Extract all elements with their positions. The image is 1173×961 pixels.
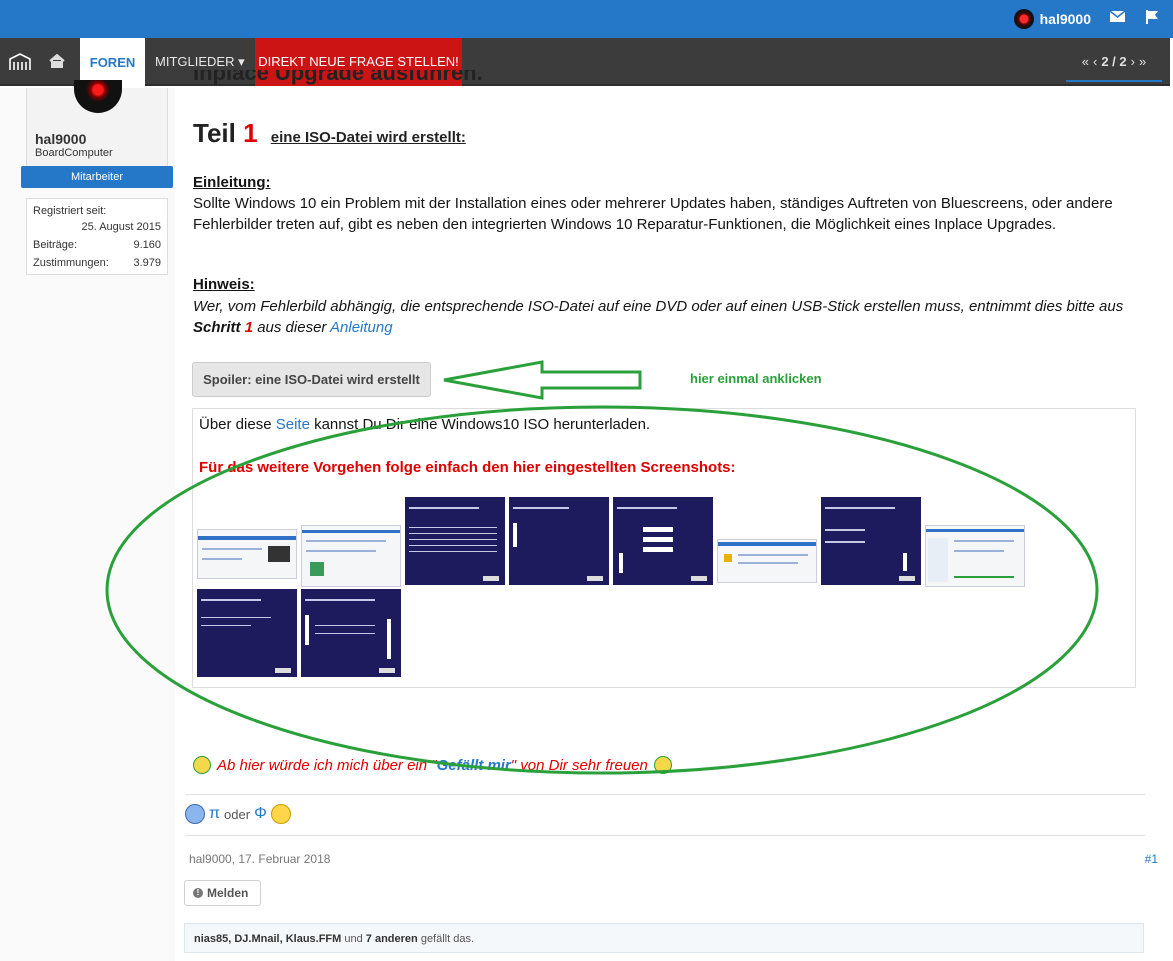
top-bar: hal9000: [0, 0, 1173, 38]
teil-subtitle: eine ISO-Datei wird erstellt:: [270, 129, 466, 146]
mail-icon[interactable]: [1110, 11, 1125, 22]
next-page-icon[interactable]: ›: [1131, 38, 1135, 80]
sig-oder: oder: [224, 806, 251, 822]
likes-users[interactable]: nias85, DJ.Mnail, Klaus.FFM: [194, 933, 341, 945]
username: hal9000: [1039, 11, 1091, 27]
spoiler-text: Über diese Seite kannst Du Dir eine Wind…: [199, 416, 650, 433]
likes-value: 3.979: [133, 257, 161, 269]
page-indicator: 2 / 2: [1101, 54, 1127, 69]
screenshot-thumbnail[interactable]: [405, 497, 505, 585]
hinweis-part-b: aus dieser: [253, 319, 331, 336]
author-name[interactable]: hal9000: [35, 131, 86, 147]
home-icon[interactable]: [49, 54, 65, 68]
likes-tail: gefällt das.: [417, 933, 475, 945]
flag-icon[interactable]: [1145, 10, 1159, 24]
like-request-text: Ab hier würde ich mich über ein "Gefällt…: [217, 757, 648, 774]
screenshot-thumbnail[interactable]: [925, 525, 1025, 587]
posts-value[interactable]: 9.160: [133, 239, 161, 251]
screenshot-thumbnail[interactable]: [821, 497, 921, 585]
like-text-b: " von Dir sehr freuen: [510, 756, 648, 774]
divider: [185, 835, 1145, 836]
tab-mitglieder-label: MITGLIEDER: [155, 54, 235, 69]
hinweis-text: Wer, vom Fehlerbild abhängig, die entspr…: [193, 296, 1143, 338]
phi-symbol[interactable]: Φ: [254, 805, 267, 823]
grin-emoji-icon: [193, 756, 211, 774]
screenshot-thumbnail[interactable]: [613, 497, 713, 585]
screenshot-thumbnail[interactable]: [197, 529, 297, 579]
grin-emoji-icon: [653, 756, 672, 774]
last-page-icon[interactable]: »: [1139, 38, 1146, 80]
like-request: Ab hier würde ich mich über ein "Gefällt…: [193, 756, 672, 774]
first-page-icon[interactable]: «: [1082, 38, 1089, 80]
divider: [185, 794, 1145, 795]
pi-symbol[interactable]: π: [209, 805, 220, 823]
spoiler-instructions: Für das weitere Vorgehen folge einfach d…: [199, 459, 736, 476]
hinweis-schritt: Schritt: [193, 319, 245, 336]
spoiler-content: Über diese Seite kannst Du Dir eine Wind…: [192, 408, 1136, 688]
page-navigator[interactable]: « ‹ 2 / 2 › »: [1066, 38, 1162, 82]
screenshot-thumbnail[interactable]: [717, 539, 817, 583]
annotation-hint: hier einmal anklicken: [690, 371, 822, 386]
smile-emoji-icon: [270, 804, 291, 824]
spoiler-text-b: kannst Du Dir eine Windows10 ISO herunte…: [309, 416, 651, 433]
staff-badge: Mitarbeiter: [21, 166, 173, 188]
registered-label: Registriert seit:: [33, 205, 107, 217]
likes-others[interactable]: 7 anderen: [366, 933, 418, 945]
hinweis-number: 1: [244, 319, 254, 336]
tab-foren[interactable]: FOREN: [80, 38, 145, 86]
screenshot-thumbnail[interactable]: [301, 589, 401, 677]
like-text-a: Ab hier würde ich mich über ein ": [217, 756, 437, 774]
prev-page-icon[interactable]: ‹: [1093, 38, 1097, 80]
screenshot-thumbnail[interactable]: [197, 589, 297, 677]
forum-logo-icon[interactable]: [8, 53, 32, 71]
report-button[interactable]: ! Melden: [184, 880, 261, 906]
teil-word: Teil: [193, 118, 236, 148]
post-title-partial: Inplace Upgrade ausführen.: [193, 70, 483, 90]
likes-und: und: [341, 933, 366, 945]
gefaellt-mir-link[interactable]: Gefällt mir: [437, 757, 511, 774]
einleitung-heading: Einleitung:: [193, 174, 271, 191]
seite-link[interactable]: Seite: [276, 416, 310, 433]
signature: π oder Φ: [185, 804, 291, 824]
teil-number: 1: [243, 118, 258, 148]
hinweis-heading: Hinweis:: [193, 276, 255, 293]
post-number-link[interactable]: #1: [1145, 852, 1158, 866]
alert-icon: !: [193, 888, 203, 898]
scared-emoji-icon: [185, 804, 205, 824]
einleitung-text: Sollte Windows 10 ein Problem mit der In…: [193, 195, 1113, 233]
author-title: BoardComputer: [35, 147, 113, 159]
screenshot-thumbnail[interactable]: [509, 497, 609, 585]
likes-summary: nias85, DJ.Mnail, Klaus.FFM und 7 andere…: [184, 923, 1144, 953]
section-heading: Teil 1 eine ISO-Datei wird erstellt:: [193, 118, 466, 149]
thread-page: hal9000 BoardComputer Mitarbeiter Regist…: [0, 70, 1173, 961]
screenshot-thumbnail[interactable]: [301, 525, 401, 587]
post-title-text: Inplace Upgrade ausführen.: [193, 70, 483, 85]
user-avatar: [1013, 9, 1034, 29]
hinweis-part-a: Wer, vom Fehlerbild abhängig, die entspr…: [193, 298, 1124, 315]
user-menu[interactable]: hal9000: [1013, 9, 1091, 29]
post-meta[interactable]: hal9000, 17. Februar 2018: [189, 852, 330, 866]
post-content: Inplace Upgrade ausführen. Teil 1 eine I…: [175, 70, 1173, 961]
main-nav: FOREN MITGLIEDER ▾ DIREKT NEUE FRAGE STE…: [0, 38, 1170, 86]
spoiler-text-a: Über diese: [199, 416, 276, 433]
anleitung-link[interactable]: Anleitung: [330, 319, 393, 336]
report-label: Melden: [207, 886, 249, 900]
spoiler-button[interactable]: Spoiler: eine ISO-Datei wird erstellt: [192, 362, 431, 397]
author-stats: Registriert seit: 25. August 2015 Beiträ…: [26, 198, 168, 275]
registered-value: 25. August 2015: [81, 221, 161, 233]
chevron-down-icon: ▾: [238, 54, 245, 69]
